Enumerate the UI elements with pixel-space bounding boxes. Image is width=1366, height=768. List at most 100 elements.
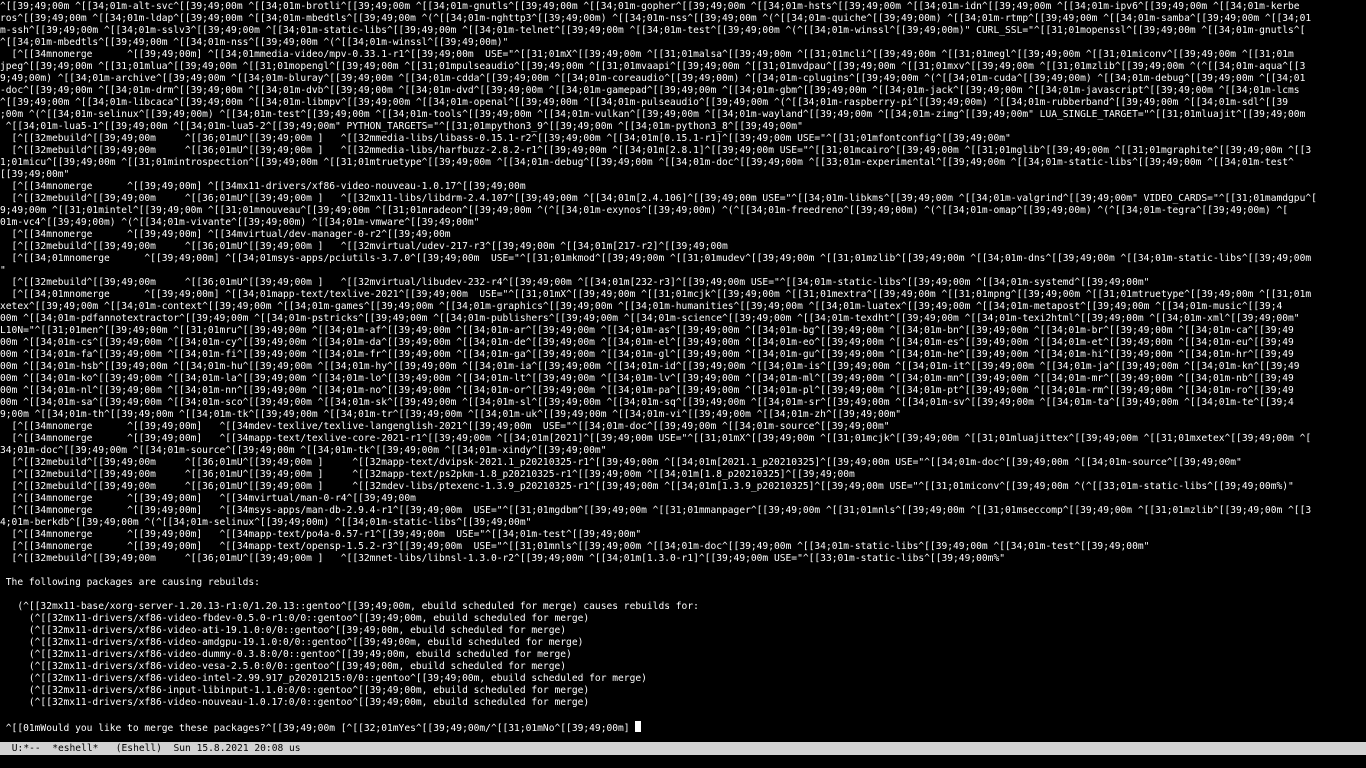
terminal-line: 1;01micu^[[39;49;00m ^[[31;01mintrospect…	[0, 157, 1366, 169]
terminal-line: [^[[34mnomerge ^[[39;49;00m] ^[[34mdev-t…	[0, 421, 1366, 433]
terminal-line: (^[[32mx11-drivers/xf86-video-amdgpu-19.…	[0, 637, 1366, 649]
terminal-line: xetex^[[39;49;00m ^[[34;01m-context^[[39…	[0, 301, 1366, 313]
terminal-line-text: [^[[34mnomerge ^[[39;49;00m] ^[[34;01mme…	[0, 49, 1294, 60]
terminal-line: ^[[34;01m-lua5-1^[[39;49;00m ^[[34;01m-l…	[0, 121, 1366, 133]
terminal-line-text: The following packages are causing rebui…	[0, 577, 260, 588]
mode-line-text: U:*-- *eshell* (Eshell) Sun 15.8.2021 20…	[6, 743, 301, 754]
terminal-line-text: [[39;49;00m"	[0, 169, 70, 180]
terminal-line-text: (^[[32mx11-drivers/xf86-video-intel-2.99…	[0, 673, 647, 684]
terminal-line-text: [^[[32mebuild^[[39;49;00m ^[[36;01mU^[[3…	[0, 133, 1011, 144]
terminal-line-text: [^[[32mebuild^[[39;49;00m ^[[36;01mU^[[3…	[0, 553, 1006, 564]
terminal-line-text: [^[[34;01mnomerge ^[[39;49;00m] ^[[34;01…	[0, 289, 1312, 300]
eshell-terminal-output[interactable]: ^[[39;49;00m ^[[34;01m-alt-svc^[[39;49;0…	[0, 0, 1366, 740]
terminal-line: m-ssh^[[39;49;00m ^[[34;01m-sslv3^[[39;4…	[0, 25, 1366, 37]
terminal-line-text: 4;01m-berkdb^[[39;49;00m ^(^[[34;01m-sel…	[0, 517, 532, 528]
terminal-line: ^[[39;49;00m ^[[34;01m-libcaca^[[39;49;0…	[0, 97, 1366, 109]
terminal-line: [^[[32mebuild^[[39;49;00m ^[[36;01mU^[[3…	[0, 469, 1366, 481]
terminal-line-text: [^[[32mebuild^[[39;49;00m ^[[36;01mU^[[3…	[0, 457, 1242, 468]
terminal-line: 9;49;00m) ^[[34;01m-archive^[[39;49;00m …	[0, 73, 1366, 85]
terminal-line-text: ^[[34;01m-lua5-1^[[39;49;00m ^[[34;01m-l…	[0, 121, 803, 132]
terminal-line: 4;01m-berkdb^[[39;49;00m ^(^[[34;01m-sel…	[0, 517, 1366, 529]
terminal-line: 9;49;00m ^[[31;01mintel^[[39;49;00m ^[[3…	[0, 205, 1366, 217]
terminal-line-text: [^[[32mebuild^[[39;49;00m ^[[36;01mU^[[3…	[0, 277, 1150, 288]
terminal-line-text: ;00m ^(^[[34;01m-selinux^[[39;49;00m) ^[…	[0, 109, 1306, 120]
terminal-line-text: [^[[34;01mnomerge ^[[39;49;00m] ^[[34;01…	[0, 253, 1312, 264]
terminal-line: [^[[34;01mnomerge ^[[39;49;00m] ^[[34;01…	[0, 289, 1366, 301]
terminal-line: 00m ^[[34;01m-sa^[[39;49;00m ^[[34;01m-s…	[0, 397, 1366, 409]
emacs-mode-line: U:*-- *eshell* (Eshell) Sun 15.8.2021 20…	[0, 742, 1366, 755]
terminal-line-text: jpeg^[[39;49;00m ^[[31;01mlua^[[39;49;00…	[0, 61, 1306, 72]
terminal-line: 00m ^[[34;01m-pdfannotextractor^[[39;49;…	[0, 313, 1366, 325]
emacs-minibuffer[interactable]	[0, 756, 1366, 768]
terminal-line-text: (^[[32mx11-drivers/xf86-video-nouveau-1.…	[0, 697, 590, 708]
terminal-line: jpeg^[[39;49;00m ^[[31;01mlua^[[39;49;00…	[0, 61, 1366, 73]
terminal-line: (^[[32mx11-drivers/xf86-video-intel-2.99…	[0, 673, 1366, 685]
terminal-line: [^[[32mebuild^[[39;49;00m ^[[36;01mU^[[3…	[0, 481, 1366, 493]
terminal-line-text: [^[[34mnomerge ^[[39;49;00m] ^[[34mapp-t…	[0, 529, 642, 540]
terminal-line: [^[[32mebuild^[[39;49;00m ^[[36;01mU^[[3…	[0, 145, 1366, 157]
terminal-line-text: 00m ^[[34;01m-nl^[[39;49;00m ^[[34;01m-n…	[0, 385, 1294, 396]
terminal-line: (^[[32mx11-drivers/xf86-video-nouveau-1.…	[0, 697, 1366, 709]
terminal-line: [^[[32mebuild^[[39;49;00m ^[[36;01mU^[[3…	[0, 193, 1366, 205]
terminal-line: (^[[32mx11-drivers/xf86-video-fbdev-0.5.…	[0, 613, 1366, 625]
terminal-line-text: ^[[01mWould you like to merge these pack…	[0, 723, 636, 733]
terminal-line-text: 34;01m-doc^[[39;49;00m ^[[34;01m-source^…	[0, 445, 607, 456]
terminal-line-text: 00m ^[[34;01m-sa^[[39;49;00m ^[[34;01m-s…	[0, 397, 1294, 408]
terminal-line-text: [^[[34mnomerge ^[[39;49;00m] ^[[34mapp-t…	[0, 433, 1312, 444]
terminal-line: [^[[34mnomerge ^[[39;49;00m] ^[[34mapp-t…	[0, 541, 1366, 553]
terminal-line-text: ros^[[39;49;00m ^[[34;01m-ldap^[[39;49;0…	[0, 13, 1312, 24]
text-cursor	[635, 721, 642, 732]
terminal-line: ^[[39;49;00m ^[[34;01m-alt-svc^[[39;49;0…	[0, 1, 1366, 13]
terminal-line: [^[[32mebuild^[[39;49;00m ^[[36;01mU^[[3…	[0, 133, 1366, 145]
terminal-line: 00m ^[[34;01m-fa^[[39;49;00m ^[[34;01m-f…	[0, 349, 1366, 361]
terminal-line-text: [^[[34mnomerge ^[[39;49;00m] ^[[34mx11-d…	[0, 181, 526, 192]
terminal-line: [^[[34mnomerge ^[[39;49;00m] ^[[34mx11-d…	[0, 181, 1366, 193]
terminal-line-text: 00m ^[[34;01m-pdfannotextractor^[[39;49;…	[0, 313, 1300, 324]
terminal-line-text: -doc^[[39;49;00m ^[[34;01m-drm^[[39;49;0…	[0, 85, 1300, 96]
terminal-line: ^[[01mWould you like to merge these pack…	[0, 721, 1366, 733]
terminal-line-text: 00m ^[[34;01m-fa^[[39;49;00m ^[[34;01m-f…	[0, 349, 1294, 360]
terminal-line-text: 00m ^[[34;01m-cs^[[39;49;00m ^[[34;01m-c…	[0, 337, 1294, 348]
terminal-line: 00m ^[[34;01m-cs^[[39;49;00m ^[[34;01m-c…	[0, 337, 1366, 349]
terminal-line: -doc^[[39;49;00m ^[[34;01m-drm^[[39;49;0…	[0, 85, 1366, 97]
terminal-line-text: xetex^[[39;49;00m ^[[34;01m-context^[[39…	[0, 301, 1283, 312]
terminal-line: [^[[32mebuild^[[39;49;00m ^[[36;01mU^[[3…	[0, 277, 1366, 289]
terminal-line: [^[[34mnomerge ^[[39;49;00m] ^[[34mapp-t…	[0, 529, 1366, 541]
terminal-line: "	[0, 265, 1366, 277]
terminal-line: 9;00m ^[[34;01m-th^[[39;49;00m ^[[34;01m…	[0, 409, 1366, 421]
terminal-line: (^[[32mx11-drivers/xf86-input-libinput-1…	[0, 685, 1366, 697]
terminal-line: (^[[32mx11-drivers/xf86-video-vesa-2.5.0…	[0, 661, 1366, 673]
terminal-line-text: (^[[32mx11-drivers/xf86-video-dummy-0.3.…	[0, 649, 572, 660]
terminal-line: 34;01m-doc^[[39;49;00m ^[[34;01m-source^…	[0, 445, 1366, 457]
terminal-line-text: [^[[34mnomerge ^[[39;49;00m] ^[[34mapp-t…	[0, 541, 1150, 552]
terminal-line: 00m ^[[34;01m-nl^[[39;49;00m ^[[34;01m-n…	[0, 385, 1366, 397]
terminal-line: [^[[32mebuild^[[39;49;00m ^[[36;01mU^[[3…	[0, 457, 1366, 469]
terminal-line-text: ^[[34;01m-mbedtls^[[39;49;00m ^[[34;01m-…	[0, 37, 509, 48]
terminal-line: (^[[32mx11-base/xorg-server-1.20.13-r1:0…	[0, 601, 1366, 613]
terminal-line-text: 9;49;00m) ^[[34;01m-archive^[[39;49;00m …	[0, 73, 1306, 84]
terminal-line: ;00m ^(^[[34;01m-selinux^[[39;49;00m) ^[…	[0, 109, 1366, 121]
terminal-line-text: (^[[32mx11-drivers/xf86-video-amdgpu-19.…	[0, 637, 584, 648]
terminal-line: [^[[34mnomerge ^[[39;49;00m] ^[[34;01mme…	[0, 49, 1366, 61]
terminal-line-text: [^[[32mebuild^[[39;49;00m ^[[36;01mU^[[3…	[0, 481, 1294, 492]
terminal-line-text: [^[[32mebuild^[[39;49;00m ^[[36;01mU^[[3…	[0, 193, 1317, 204]
terminal-line: The following packages are causing rebui…	[0, 577, 1366, 589]
terminal-line-text: m-ssh^[[39;49;00m ^[[34;01m-sslv3^[[39;4…	[0, 25, 1306, 36]
terminal-line-text: (^[[32mx11-drivers/xf86-video-vesa-2.5.0…	[0, 661, 567, 672]
terminal-line: ^[[34;01m-mbedtls^[[39;49;00m ^[[34;01m-…	[0, 37, 1366, 49]
terminal-line-text: 01m-vc4^[[39;49;00m) ^(^[[34;01m-vivante…	[0, 217, 480, 228]
terminal-line-text: 00m ^[[34;01m-ko^[[39;49;00m ^[[34;01m-l…	[0, 373, 1294, 384]
terminal-line-text: 00m ^[[34;01m-hsb^[[39;49;00m ^[[34;01m-…	[0, 361, 1300, 372]
terminal-line-text: (^[[32mx11-drivers/xf86-video-fbdev-0.5.…	[0, 613, 590, 624]
terminal-line: [^[[34mnomerge ^[[39;49;00m] ^[[34mapp-t…	[0, 433, 1366, 445]
terminal-line-text: [^[[32mebuild^[[39;49;00m ^[[36;01mU^[[3…	[0, 145, 1312, 156]
terminal-line-text: (^[[32mx11-drivers/xf86-input-libinput-1…	[0, 685, 590, 696]
terminal-line-text: ^[[39;49;00m ^[[34;01m-libcaca^[[39;49;0…	[0, 97, 1289, 108]
terminal-line-text: [^[[34mnomerge ^[[39;49;00m] ^[[34msys-a…	[0, 505, 1312, 516]
terminal-line: ros^[[39;49;00m ^[[34;01m-ldap^[[39;49;0…	[0, 13, 1366, 25]
terminal-line-text: (^[[32mx11-drivers/xf86-video-ati-19.1.0…	[0, 625, 567, 636]
terminal-line: [^[[32mebuild^[[39;49;00m ^[[36;01mU^[[3…	[0, 241, 1366, 253]
